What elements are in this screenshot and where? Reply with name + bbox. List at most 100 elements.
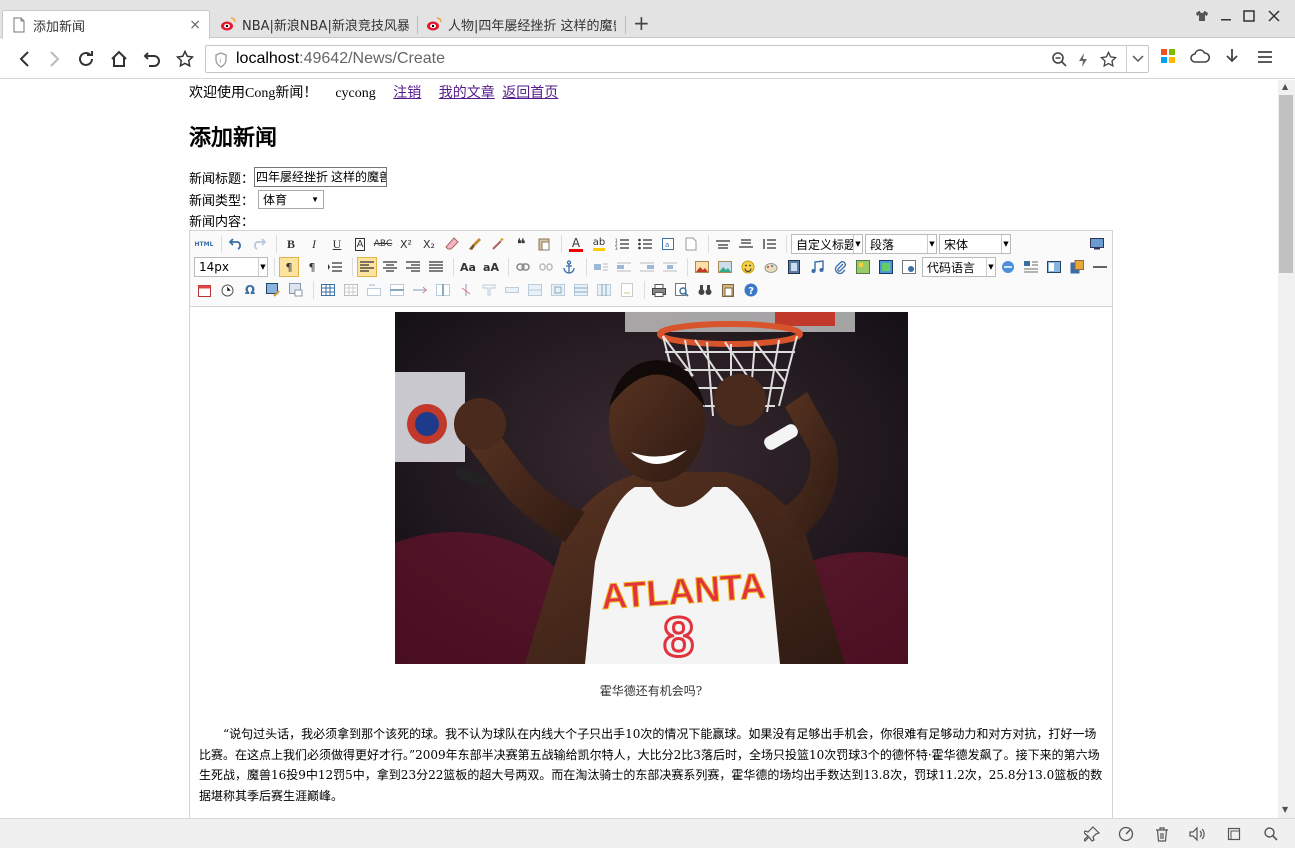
insert-row-button[interactable] — [387, 280, 407, 300]
superscript-button[interactable]: X² — [396, 234, 416, 254]
preview-button[interactable] — [672, 280, 692, 300]
iframe-button[interactable] — [899, 257, 919, 277]
search-replace-button[interactable] — [695, 280, 715, 300]
select-all-button[interactable]: a — [658, 234, 678, 254]
merge-cells-button[interactable] — [479, 280, 499, 300]
custom-title-combo[interactable]: 自定义标题 ▼ — [791, 234, 863, 254]
template-button[interactable] — [1021, 257, 1041, 277]
insert-table-button[interactable] — [318, 280, 338, 300]
font-family-combo[interactable]: 宋体 ▼ — [939, 234, 1011, 254]
close-tab-icon[interactable]: × — [189, 17, 201, 33]
row-spacing-top-button[interactable] — [713, 234, 733, 254]
italic-button[interactable]: I — [304, 234, 324, 254]
font-size-combo[interactable]: 14px ▼ — [194, 257, 268, 277]
anchor-button[interactable] — [559, 257, 579, 277]
auto-format-button[interactable] — [488, 234, 508, 254]
split-rows-button[interactable] — [571, 280, 591, 300]
delete-col-button[interactable] — [456, 280, 476, 300]
subscript-button[interactable]: X₂ — [419, 234, 439, 254]
insert-music-button[interactable] — [807, 257, 827, 277]
background-color-button[interactable]: ab — [589, 234, 609, 254]
cloud-icon[interactable] — [1190, 49, 1210, 63]
insert-image-button[interactable] — [692, 257, 712, 277]
merge-right-button[interactable] — [502, 280, 522, 300]
wordimage-button[interactable] — [263, 280, 283, 300]
title-input[interactable]: 四年屡经挫折 这样的魔兽 — [254, 167, 388, 187]
unlink-button[interactable] — [536, 257, 556, 277]
maximize-icon[interactable] — [1243, 10, 1255, 22]
apps-icon[interactable] — [1161, 49, 1175, 63]
minimize-icon[interactable] — [1220, 10, 1232, 22]
back-button[interactable] — [14, 48, 36, 70]
map-button[interactable] — [853, 257, 873, 277]
fullscreen-button[interactable] — [1087, 234, 1107, 254]
my-articles-link[interactable]: 我的文章 — [439, 86, 495, 101]
help-button[interactable]: ? — [741, 280, 761, 300]
home-button[interactable] — [108, 48, 130, 70]
link-button[interactable] — [513, 257, 533, 277]
forward-button[interactable] — [43, 48, 65, 70]
bold-button[interactable]: B — [281, 234, 301, 254]
align-center-button[interactable] — [380, 257, 400, 277]
split-cols-button[interactable] — [594, 280, 614, 300]
ltr-button[interactable]: ¶ — [279, 257, 299, 277]
indent-button[interactable] — [325, 257, 345, 277]
scrawl-button[interactable] — [761, 257, 781, 277]
undo-close-button[interactable] — [141, 48, 163, 70]
background-button[interactable] — [1044, 257, 1064, 277]
menu-icon[interactable] — [1257, 50, 1273, 64]
insert-date-button[interactable] — [194, 280, 214, 300]
image-left-button[interactable] — [614, 257, 634, 277]
scroll-up-icon[interactable]: ▲ — [1282, 82, 1288, 91]
image-center-button[interactable] — [660, 257, 680, 277]
pin-icon[interactable] — [1084, 826, 1100, 842]
insert-col-button[interactable] — [433, 280, 453, 300]
underline-button[interactable]: U — [327, 234, 347, 254]
skin-icon[interactable] — [1195, 10, 1209, 22]
unordered-list-button[interactable] — [635, 234, 655, 254]
insert-video-button[interactable] — [784, 257, 804, 277]
volume-icon[interactable] — [1189, 826, 1205, 842]
ordered-list-button[interactable]: 123 — [612, 234, 632, 254]
reload-button[interactable] — [75, 48, 97, 70]
font-color-button[interactable]: A — [566, 234, 586, 254]
image-none-button[interactable] — [591, 257, 611, 277]
speedometer-icon[interactable] — [1118, 826, 1134, 842]
image-right-button[interactable] — [637, 257, 657, 277]
snapscreen-button[interactable] — [286, 280, 306, 300]
html-source-button[interactable]: HTML — [194, 234, 214, 254]
site-info-icon[interactable]: i — [214, 52, 228, 68]
editor-content[interactable]: ATLANTA 8 霍华德还有机会吗? “说句过头话，我必须拿到那个该死的球。我… — [190, 308, 1112, 818]
attachment-button[interactable] — [830, 257, 850, 277]
paste-plain-button[interactable] — [534, 234, 554, 254]
emotion-button[interactable] — [738, 257, 758, 277]
split-cells-button[interactable] — [548, 280, 568, 300]
scroll-down-icon[interactable]: ▼ — [1282, 805, 1288, 814]
window-icon[interactable] — [1226, 826, 1242, 842]
rtl-button[interactable]: ¶ — [302, 257, 322, 277]
undo-button[interactable] — [226, 234, 246, 254]
drafts-button[interactable] — [718, 280, 738, 300]
paragraph-combo[interactable]: 段落 ▼ — [865, 234, 937, 254]
delete-row-button[interactable] — [410, 280, 430, 300]
insert-time-button[interactable] — [217, 280, 237, 300]
redo-button[interactable] — [249, 234, 269, 254]
close-window-icon[interactable] — [1268, 10, 1280, 22]
bookmark-button[interactable] — [174, 48, 196, 70]
home-link[interactable]: 返回首页 — [502, 86, 558, 101]
favorite-star-icon[interactable] — [1100, 51, 1117, 68]
align-right-button[interactable] — [403, 257, 423, 277]
delete-table-button[interactable] — [341, 280, 361, 300]
tab-add-news[interactable]: 添加新闻 × — [2, 10, 210, 39]
merge-down-button[interactable] — [525, 280, 545, 300]
align-left-button[interactable] — [357, 257, 377, 277]
gmap-button[interactable] — [876, 257, 896, 277]
case-lower-button[interactable]: aA — [481, 257, 501, 277]
line-height-button[interactable] — [759, 234, 779, 254]
font-border-button[interactable]: A — [350, 234, 370, 254]
word-image-button[interactable] — [1067, 257, 1087, 277]
format-brush-button[interactable] — [465, 234, 485, 254]
lightning-icon[interactable] — [1078, 52, 1088, 68]
justify-button[interactable] — [426, 257, 446, 277]
tab-people[interactable]: 人物|四年屡经挫折 这样的魔兽 — [418, 10, 624, 38]
